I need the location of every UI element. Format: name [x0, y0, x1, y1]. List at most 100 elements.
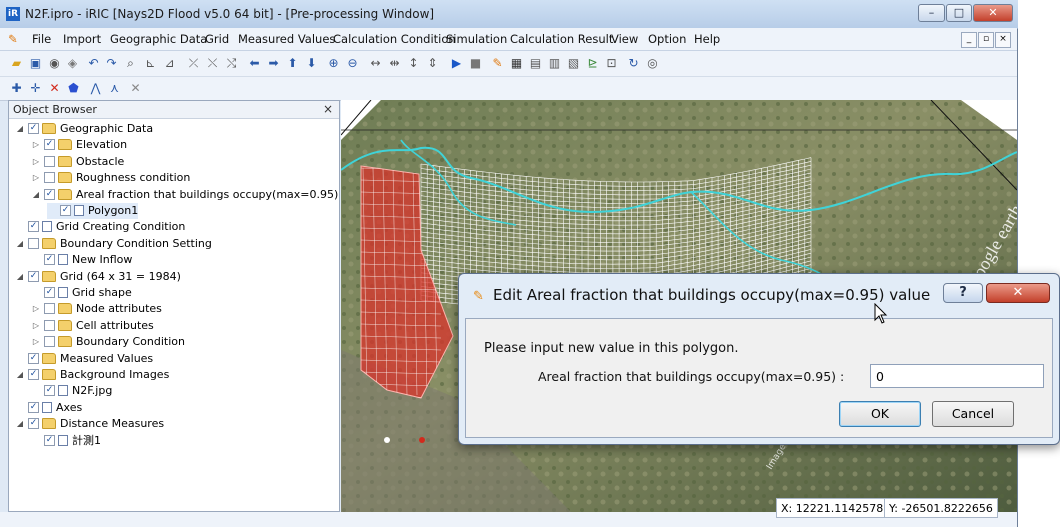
- tree-item[interactable]: ◢ Boundary Condition Setting: [15, 236, 212, 252]
- menu-calculation-condition[interactable]: Calculation Condition: [333, 32, 456, 46]
- maximize-button[interactable]: □: [946, 4, 972, 22]
- menu-file[interactable]: File: [32, 32, 51, 46]
- visibility-checkbox[interactable]: [44, 303, 55, 315]
- tree-item[interactable]: ▷ Node attributes: [31, 301, 162, 317]
- tree-item[interactable]: ◢ ✓ Distance Measures: [15, 416, 164, 432]
- expand-h-icon[interactable]: ↔: [368, 56, 383, 71]
- tree-item[interactable]: ✓ Axes: [15, 400, 82, 416]
- expander-icon[interactable]: ◢: [15, 367, 25, 383]
- add-point-icon[interactable]: ✛: [28, 81, 43, 96]
- tree-item[interactable]: ▷ Cell attributes: [31, 318, 154, 334]
- polygon-icon[interactable]: ⬟: [66, 81, 81, 96]
- menu-help[interactable]: Help: [694, 32, 720, 46]
- menu-simulation[interactable]: Simulation: [446, 32, 507, 46]
- shrink-h-icon[interactable]: ⇹: [387, 56, 402, 71]
- expander-icon[interactable]: ◢: [15, 269, 25, 285]
- tree-item[interactable]: ▷ Roughness condition: [31, 170, 190, 186]
- vertex-add-icon[interactable]: ⋀: [88, 81, 103, 96]
- minimize-button[interactable]: –: [918, 4, 945, 22]
- expander-icon[interactable]: ◢: [15, 416, 25, 432]
- graph-icon[interactable]: ▧: [566, 56, 581, 71]
- visibility-checkbox[interactable]: [44, 172, 55, 184]
- view-z-icon[interactable]: ⤭: [224, 56, 239, 71]
- ok-button[interactable]: OK: [839, 401, 921, 427]
- value-input[interactable]: [870, 364, 1044, 388]
- expander-icon[interactable]: ▷: [31, 318, 41, 334]
- tree-item[interactable]: ✓ 計測1: [31, 433, 101, 449]
- tree-item[interactable]: ◢ ✓ Areal fraction that buildings occupy(m…: [31, 187, 338, 203]
- camera-icon[interactable]: ◉: [47, 56, 62, 71]
- tree-item[interactable]: ◢ ✓ Background Images: [15, 367, 169, 383]
- menu-measured-values[interactable]: Measured Values: [238, 32, 335, 46]
- visibility-checkbox[interactable]: ✓: [28, 418, 39, 430]
- expander-icon[interactable]: ▷: [31, 154, 41, 170]
- view-y-icon[interactable]: ⤬: [205, 56, 220, 71]
- move-left-icon[interactable]: ⬅: [247, 56, 262, 71]
- expander-icon[interactable]: ◢: [31, 187, 41, 203]
- visibility-checkbox[interactable]: ✓: [44, 287, 55, 298]
- tree-item[interactable]: ✓ N2F.jpg: [31, 383, 112, 399]
- snapshot-icon[interactable]: ◈: [65, 56, 80, 71]
- move-up-icon[interactable]: ⬆: [285, 56, 300, 71]
- mdi-close-button[interactable]: ×: [995, 32, 1011, 48]
- move-down-icon[interactable]: ⬇: [304, 56, 319, 71]
- save-icon[interactable]: ▣: [28, 56, 43, 71]
- zoom-icon[interactable]: ⌕: [123, 56, 138, 71]
- tree-item[interactable]: ▷ ✓ Elevation: [31, 137, 127, 153]
- visibility-checkbox[interactable]: ✓: [28, 352, 39, 364]
- undo-icon[interactable]: ↶: [86, 56, 101, 71]
- axis2-icon[interactable]: ⊿: [162, 56, 177, 71]
- tree-item[interactable]: ✓ Grid Creating Condition: [15, 219, 185, 235]
- visibility-checkbox[interactable]: [28, 237, 39, 249]
- chart-icon[interactable]: ▥: [547, 56, 562, 71]
- stop-icon[interactable]: ■: [468, 56, 483, 71]
- menu-calculation-result[interactable]: Calculation Result: [510, 32, 613, 46]
- redo-icon[interactable]: ↷: [104, 56, 119, 71]
- tree-item[interactable]: ▷ Obstacle: [31, 154, 124, 170]
- table-icon[interactable]: ▤: [528, 56, 543, 71]
- plot-icon[interactable]: ⊡: [604, 56, 619, 71]
- visibility-checkbox[interactable]: ✓: [28, 401, 39, 413]
- visibility-checkbox[interactable]: ✓: [28, 123, 39, 134]
- vertex-remove-icon[interactable]: ⋏: [107, 81, 122, 96]
- open-icon[interactable]: ▰: [9, 56, 24, 71]
- menu-option[interactable]: Option: [648, 32, 686, 46]
- axis-icon[interactable]: ⊾: [143, 56, 158, 71]
- shrink-v-icon[interactable]: ⇕: [425, 56, 440, 71]
- expander-icon[interactable]: ▷: [31, 334, 41, 350]
- profile-icon[interactable]: ⊵: [585, 56, 600, 71]
- tree-item[interactable]: ✓ New Inflow: [31, 252, 132, 268]
- refresh-icon[interactable]: ↻: [626, 56, 641, 71]
- grid-icon[interactable]: ▦: [509, 56, 524, 71]
- visibility-checkbox[interactable]: ✓: [44, 188, 55, 200]
- help-button[interactable]: ?: [943, 283, 983, 303]
- visibility-checkbox[interactable]: ✓: [28, 270, 39, 282]
- add-point-up-icon[interactable]: ✚: [9, 81, 24, 96]
- zoom-in-icon[interactable]: ⊕: [326, 56, 341, 71]
- dialog-close-button[interactable]: ✕: [986, 283, 1050, 303]
- expander-icon[interactable]: ▷: [31, 301, 41, 317]
- cancel-button[interactable]: Cancel: [932, 401, 1014, 427]
- window-close-button[interactable]: ✕: [973, 4, 1013, 22]
- menu-import[interactable]: Import: [63, 32, 101, 46]
- menu-grid[interactable]: Grid: [205, 32, 229, 46]
- tree-item[interactable]: ◢ ✓ Geographic Data: [15, 121, 153, 137]
- visibility-checkbox[interactable]: [44, 155, 55, 167]
- expander-icon[interactable]: ▷: [31, 137, 41, 153]
- cancel-edit-icon[interactable]: ✕: [128, 81, 143, 96]
- menu-view[interactable]: View: [611, 32, 638, 46]
- move-right-icon[interactable]: ➡: [266, 56, 281, 71]
- mouse-icon[interactable]: ◎: [645, 56, 660, 71]
- object-browser-close-icon[interactable]: ×: [323, 102, 333, 116]
- mdi-minimize-button[interactable]: _: [961, 32, 977, 48]
- visibility-checkbox[interactable]: ✓: [44, 139, 55, 151]
- edit-icon[interactable]: ✎: [490, 56, 505, 71]
- tree-item[interactable]: ✓ Measured Values: [15, 351, 153, 367]
- expander-icon[interactable]: ◢: [15, 236, 25, 252]
- run-icon[interactable]: ▶: [449, 56, 464, 71]
- visibility-checkbox[interactable]: ✓: [60, 205, 71, 216]
- mdi-restore-button[interactable]: ▫: [978, 32, 994, 48]
- expander-icon[interactable]: ◢: [15, 121, 25, 137]
- tree-item[interactable]: ✓ Polygon1: [47, 203, 139, 219]
- zoom-out-icon[interactable]: ⊖: [345, 56, 360, 71]
